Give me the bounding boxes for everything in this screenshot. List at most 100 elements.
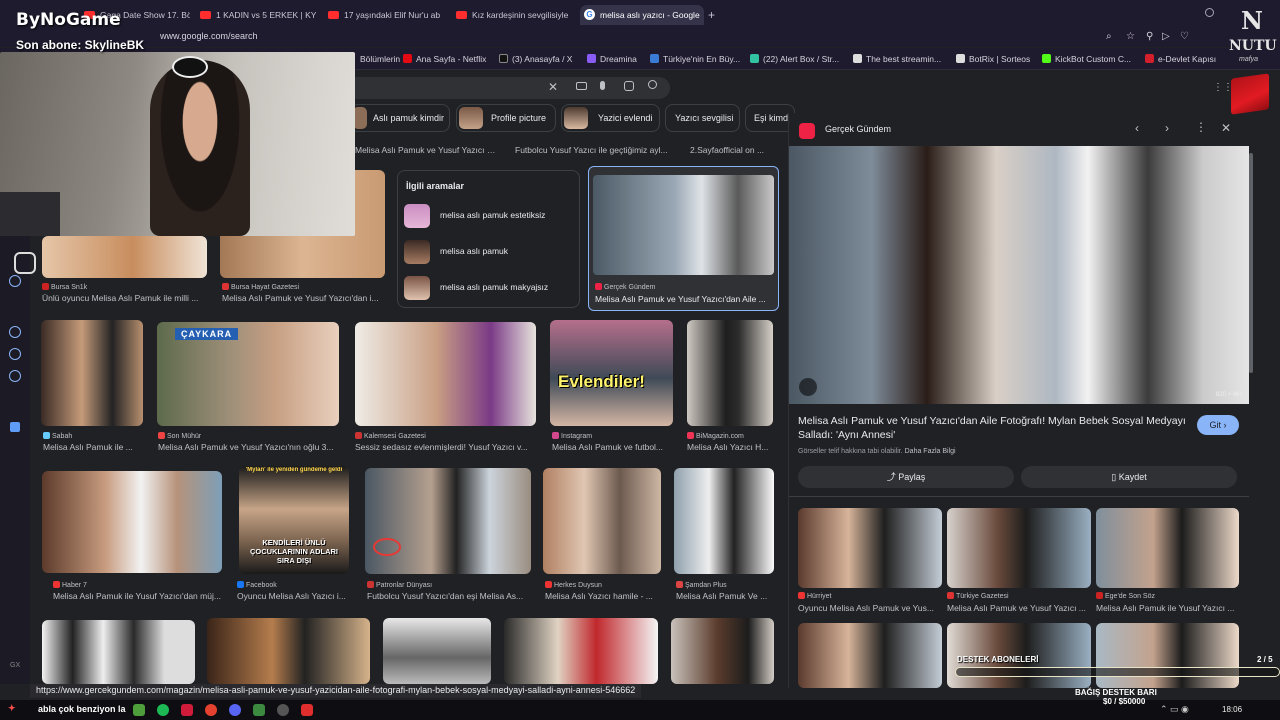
bookmark-kickbot[interactable]: KickBot Custom C... xyxy=(1042,52,1131,66)
result-image[interactable] xyxy=(42,471,222,573)
result-image[interactable]: Evlendiler! xyxy=(550,320,673,426)
image-title[interactable]: Ünlü oyuncu Melisa Aslı Pamuk ile milli … xyxy=(42,293,207,303)
result-image[interactable] xyxy=(365,468,531,574)
chip-asli-pamuk-kimdir[interactable]: Aslı pamuk kimdir xyxy=(350,104,450,132)
history-icon[interactable] xyxy=(9,326,21,338)
related-image[interactable] xyxy=(1096,508,1239,588)
panel-source[interactable]: Gerçek Gündem xyxy=(825,124,891,134)
microphone-icon[interactable] xyxy=(600,81,605,90)
bookmark-botrix[interactable]: BotRix | Sorteos xyxy=(956,52,1030,66)
image-title[interactable]: Melisa Aslı Pamuk ve Yusuf Yazıcı Pari..… xyxy=(355,145,500,155)
image-title[interactable]: Melisa Aslı Pamuk ve Yusuf Yazıcı ... xyxy=(947,603,1091,613)
instagram-icon[interactable] xyxy=(14,252,36,274)
result-image[interactable]: 'Mylan' ile yeniden gündeme geldi KENDİL… xyxy=(239,466,349,574)
image-title[interactable]: Oyuncu Melisa Aslı Pamuk ve Yus... xyxy=(798,603,942,613)
related-item[interactable]: melisa aslı pamuk xyxy=(402,238,576,266)
image-title[interactable]: Futbolcu Yusuf Yazıcı'dan eşi Melisa As.… xyxy=(367,591,531,601)
spotify-icon[interactable] xyxy=(157,704,169,716)
apps-grid-icon[interactable]: ⋮⋮ xyxy=(1213,82,1233,93)
app-icon[interactable] xyxy=(10,422,20,432)
file-explorer-icon[interactable] xyxy=(133,704,145,716)
settings-icon[interactable] xyxy=(9,370,21,382)
result-image[interactable] xyxy=(42,620,195,684)
close-icon[interactable]: ✕ xyxy=(1221,121,1231,135)
lens-search-icon[interactable] xyxy=(799,378,817,396)
extension-icon[interactable]: ⚲ xyxy=(1146,31,1153,42)
result-image[interactable] xyxy=(671,618,774,684)
tab-google-search[interactable]: Gmelisa aslı yazıcı - Google xyxy=(580,5,704,25)
related-item[interactable]: melisa aslı pamuk estetiksiz xyxy=(402,202,576,230)
clear-icon[interactable]: ✕ xyxy=(548,80,558,94)
new-tab-button[interactable]: + xyxy=(708,8,715,22)
chip-yazici-evlendi[interactable]: Yazici evlendi xyxy=(561,104,660,132)
image-title[interactable]: Melisa Aslı Yazıcı H... xyxy=(687,442,773,452)
selected-result[interactable]: Gerçek Gündem Melisa Aslı Pamuk ve Yusuf… xyxy=(588,166,779,311)
heart-icon[interactable]: ♡ xyxy=(1180,31,1189,42)
image-title[interactable]: Sessiz sedasız evlenmişlerdi! Yusuf Yazı… xyxy=(355,442,537,452)
bookmark-edevlet[interactable]: e-Devlet Kapısı xyxy=(1145,52,1216,66)
more-info-link[interactable]: Daha Fazla Bilgi xyxy=(905,448,956,455)
image-title[interactable]: Melisa Aslı Pamuk ve Yusuf Yazıcı'nın oğ… xyxy=(158,442,343,452)
search-icon[interactable] xyxy=(648,80,657,89)
result-image[interactable] xyxy=(504,618,658,684)
bookmark-x[interactable]: (3) Anasayfa / X xyxy=(499,52,572,66)
result-image[interactable] xyxy=(42,236,207,278)
related-item[interactable]: melisa aslı pamuk makyajsız xyxy=(402,274,576,302)
sidebar-icon[interactable] xyxy=(9,275,21,287)
result-image[interactable] xyxy=(355,322,536,426)
obs-icon[interactable] xyxy=(277,704,289,716)
result-image[interactable] xyxy=(207,618,370,684)
bookmark-alert-box[interactable]: (22) Alert Box / Str... xyxy=(750,52,839,66)
previous-icon[interactable]: ‹ xyxy=(1135,121,1139,135)
preview-title[interactable]: Melisa Aslı Pamuk ve Yusuf Yazıcı'dan Ai… xyxy=(798,414,1188,442)
opera-icon[interactable] xyxy=(181,704,193,716)
image-title[interactable]: Melisa Aslı Pamuk ve Yusuf Yazıcı'dan i.… xyxy=(222,293,387,303)
image-title[interactable]: Melisa Aslı Pamuk ile ... xyxy=(43,442,143,452)
next-icon[interactable]: › xyxy=(1165,121,1169,135)
image-title[interactable]: Melisa Aslı Yazıcı hamile - ... xyxy=(545,591,661,601)
preview-image[interactable]: 820 × 461 xyxy=(789,146,1249,404)
more-options-icon[interactable]: ⋮ xyxy=(1195,120,1207,134)
result-image[interactable] xyxy=(383,618,491,684)
result-image[interactable]: ÇAYKARA xyxy=(157,322,339,426)
bookmark-netflix[interactable]: Ana Sayfa - Netflix xyxy=(403,52,486,66)
bookmark-streaming[interactable]: The best streamin... xyxy=(853,52,941,66)
visit-button[interactable]: Git › xyxy=(1197,415,1239,435)
keyboard-icon[interactable] xyxy=(576,82,587,90)
image-title[interactable]: Melisa Aslı Pamuk ile Yusuf Yazıcı'dan m… xyxy=(53,591,223,601)
image-title[interactable]: Melisa Aslı Pamuk Ve ... xyxy=(676,591,774,601)
tab-kiz-kardesinin[interactable]: Kız kardeşinin sevgilisiyle xyxy=(452,5,574,25)
image-title[interactable]: 2.Sayfaofficial on ... xyxy=(690,145,785,155)
play-icon[interactable]: ▷ xyxy=(1162,31,1170,42)
bookmark-item[interactable]: Bölümlerin xyxy=(360,52,400,66)
app-icon[interactable] xyxy=(301,704,313,716)
app-icon[interactable] xyxy=(253,704,265,716)
lens-icon[interactable] xyxy=(624,81,634,91)
save-button[interactable]: ▯ Kaydet xyxy=(1021,466,1237,488)
sidebar-icon[interactable] xyxy=(9,348,21,360)
chrome-icon[interactable] xyxy=(205,704,217,716)
result-image[interactable] xyxy=(543,468,661,574)
chip-profile-picture[interactable]: Profile picture xyxy=(456,104,556,132)
tab-elif-nur[interactable]: 17 yaşındaki Elif Nur'u ab xyxy=(324,5,446,25)
tray-icons[interactable]: ⌃ ▭ ◉ xyxy=(1160,704,1189,715)
address-bar[interactable]: www.google.com/search ⌕ ☆ ⚲ ▷ ♡ xyxy=(0,29,1280,47)
related-image[interactable] xyxy=(798,508,942,588)
tab-kadin-vs-erkek[interactable]: 1 KADIN vs 5 ERKEK | KY xyxy=(196,5,316,25)
image-title[interactable]: Melisa Aslı Pamuk ile Yusuf Yazıcı ... xyxy=(1096,603,1239,613)
result-image[interactable] xyxy=(687,320,773,426)
result-image[interactable] xyxy=(41,320,143,426)
related-image[interactable] xyxy=(798,623,942,688)
bookmark-dreamina[interactable]: Dreamina xyxy=(587,52,637,66)
chip-yazici-sevgilisi[interactable]: Yazıcı sevgilisi xyxy=(665,104,740,132)
panel-scrollbar[interactable] xyxy=(1249,153,1253,373)
search-tabs-icon[interactable] xyxy=(1205,8,1214,17)
discord-icon[interactable] xyxy=(229,704,241,716)
result-image[interactable] xyxy=(674,468,774,574)
share-button[interactable]: ⤴ Paylaş xyxy=(798,466,1014,488)
image-title[interactable]: Futbolcu Yusuf Yazıcı ile geçtiğimiz ayl… xyxy=(515,145,675,155)
image-title[interactable]: Melisa Aslı Pamuk ve futbol... xyxy=(552,442,674,452)
zoom-icon[interactable]: ⌕ xyxy=(1106,31,1112,42)
bookmark-icon[interactable]: ☆ xyxy=(1126,31,1135,42)
bookmark-turkiye[interactable]: Türkiye'nin En Büy... xyxy=(650,52,740,66)
